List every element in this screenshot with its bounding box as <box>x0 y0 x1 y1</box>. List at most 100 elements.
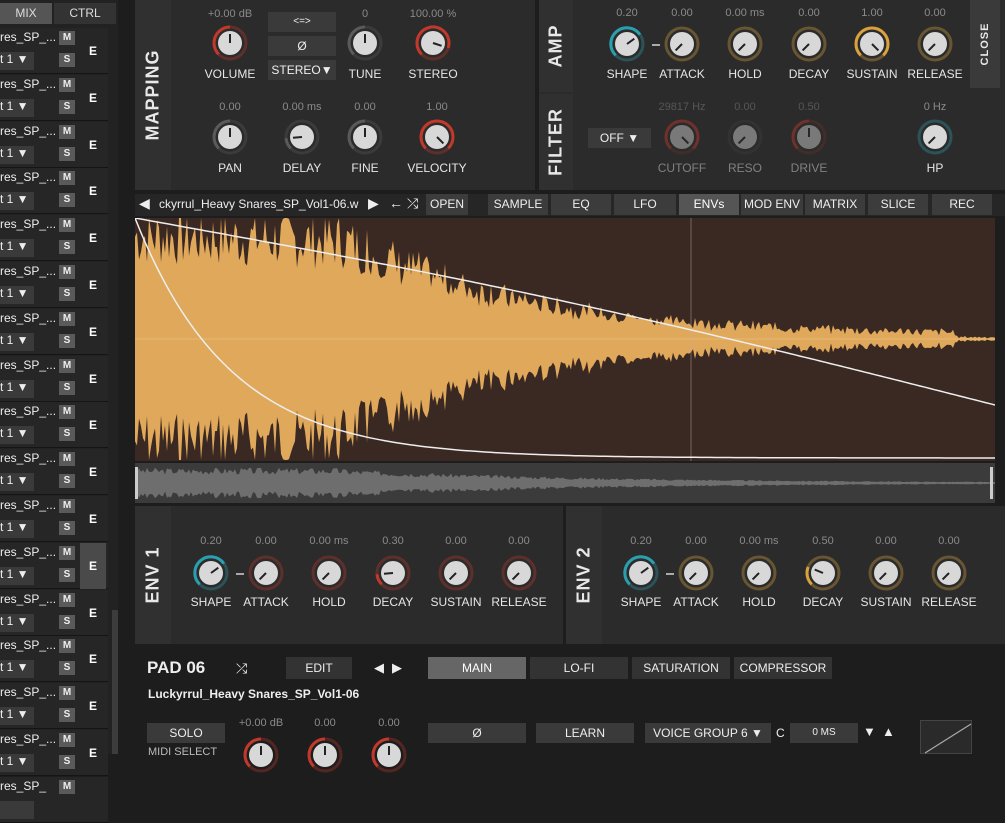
solo-button[interactable]: S <box>59 427 75 442</box>
pad-row[interactable]: res_SP_ M <box>0 776 108 823</box>
edit-pad-button[interactable]: E <box>80 636 106 682</box>
solo-button[interactable]: S <box>59 755 75 769</box>
prev-pad-button[interactable]: ◀ <box>374 660 384 676</box>
mute-button[interactable]: M <box>59 405 75 420</box>
velocity-knob[interactable] <box>418 118 456 156</box>
amp-release-knob[interactable] <box>916 25 954 63</box>
edit-pad-button[interactable]: E <box>80 75 106 121</box>
env2-sustain-knob[interactable] <box>867 554 905 592</box>
sample-tab-lfo[interactable]: LFO <box>614 194 676 215</box>
mute-button[interactable]: M <box>59 499 75 513</box>
pad-row-output-select[interactable]: t 1 ▼ <box>0 520 34 538</box>
solo-button[interactable]: S <box>59 567 75 582</box>
drive-knob[interactable] <box>790 118 828 156</box>
edit-pad-button[interactable]: E <box>80 730 106 776</box>
fine-knob[interactable] <box>346 118 384 156</box>
edit-pad-button[interactable]: E <box>80 309 106 355</box>
pad-row-output-select[interactable]: t 1 ▼ <box>0 707 34 726</box>
pad-knob-3[interactable] <box>370 736 408 774</box>
tune-knob[interactable] <box>346 24 384 62</box>
mute-button[interactable]: M <box>59 779 75 794</box>
pad-row-output-select[interactable]: t 1 ▼ <box>0 192 34 211</box>
reso-knob[interactable] <box>726 118 764 156</box>
solo-button[interactable]: SOLO <box>147 723 225 743</box>
pad-row[interactable]: res_SP_... t 1 ▼ M S E <box>0 262 108 308</box>
mute-button[interactable]: M <box>59 218 75 233</box>
prev-sample-button[interactable]: ◀ <box>139 195 150 212</box>
sample-tab-envs[interactable]: ENVs <box>679 194 739 215</box>
edit-pad-button[interactable]: E <box>80 449 106 495</box>
next-sample-button[interactable]: ▶ <box>368 195 379 212</box>
sample-tab-eq[interactable]: EQ <box>551 194 611 215</box>
filter-mode-select[interactable]: OFF ▼ <box>588 128 651 148</box>
pad-row[interactable]: res_SP_... t 1 ▼ M S E <box>0 636 108 683</box>
pad-row[interactable]: res_SP_... t 1 ▼ M S E <box>0 683 108 730</box>
pad-row[interactable]: res_SP_... t 1 ▼ M S E <box>0 496 108 542</box>
solo-button[interactable]: S <box>59 146 75 161</box>
pad-row-output-select[interactable]: t 1 ▼ <box>0 566 34 585</box>
sample-tab-matrix[interactable]: MATRIX <box>805 194 865 215</box>
open-button[interactable]: OPEN <box>426 194 468 215</box>
cutoff-knob[interactable] <box>663 118 701 156</box>
env2-decay-knob[interactable] <box>804 554 842 592</box>
pad-row-output-select[interactable]: t 1 ▼ <box>0 286 34 304</box>
volume-knob[interactable] <box>211 24 249 62</box>
pad-row[interactable]: res_SP_... t 1 ▼ M S E <box>0 449 108 496</box>
pad-row-output-select[interactable]: t 1 ▼ <box>0 613 34 632</box>
edit-pad-button[interactable]: E <box>80 168 106 214</box>
sample-tab-mod-env[interactable]: MOD ENV <box>741 194 803 215</box>
solo-button[interactable]: S <box>59 614 75 629</box>
solo-button[interactable]: S <box>59 708 75 723</box>
pad-row-output-select[interactable]: t 1 ▼ <box>0 98 34 117</box>
delay-knob[interactable] <box>283 118 321 156</box>
edit-pad-button[interactable]: E <box>80 122 106 168</box>
pad-row[interactable]: res_SP_... t 1 ▼ M S E <box>0 589 108 636</box>
edit-pad-button[interactable]: E <box>80 496 106 542</box>
solo-button[interactable]: S <box>59 53 75 67</box>
env2-release-knob[interactable] <box>930 554 968 592</box>
edit-pad-button[interactable]: E <box>80 215 106 261</box>
sample-tab-sample[interactable]: SAMPLE <box>488 194 548 215</box>
pad-row-output-select[interactable]: t 1 ▼ <box>0 332 34 351</box>
solo-button[interactable]: S <box>59 240 75 255</box>
env1-release-knob[interactable] <box>500 554 538 592</box>
mute-button[interactable]: M <box>59 358 75 373</box>
mute-button[interactable]: M <box>59 639 75 654</box>
mute-button[interactable]: M <box>59 265 75 279</box>
mute-button[interactable]: M <box>59 124 75 139</box>
pad-tab-compressor[interactable]: COMPRESSOR <box>734 657 832 679</box>
pad-row-output-select[interactable]: t 1 ▼ <box>0 660 34 679</box>
edit-pad-button[interactable]: E <box>80 683 106 729</box>
mute-button[interactable]: M <box>59 545 75 560</box>
env2-hold-knob[interactable] <box>740 554 778 592</box>
random-sample-icon[interactable]: ⤮ <box>407 195 418 212</box>
link-button[interactable]: <=> <box>268 12 336 32</box>
pad-row[interactable]: res_SP_... t 1 ▼ M S E <box>0 542 108 589</box>
pad-volume-knob[interactable] <box>242 736 280 774</box>
sample-tab-slice[interactable]: SLICE <box>868 194 928 215</box>
edit-pad-button[interactable]: E <box>80 262 106 308</box>
curve-display[interactable] <box>920 720 972 754</box>
pad-row[interactable]: res_SP_... t 1 ▼ M S E <box>0 355 108 402</box>
edit-pad-button[interactable]: E <box>80 28 106 74</box>
pad-row-output-select[interactable]: t 1 ▼ <box>0 379 34 398</box>
pad-row[interactable]: res_SP_... t 1 ▼ M S E <box>0 402 108 449</box>
mute-button[interactable]: M <box>59 686 75 701</box>
pad-row[interactable]: res_SP_... t 1 ▼ M S E <box>0 74 108 121</box>
pad-row-output-select[interactable]: t 1 ▼ <box>0 239 34 258</box>
ms-down-button[interactable]: ▼ <box>863 724 876 739</box>
pad-tab-main[interactable]: MAIN <box>428 657 526 679</box>
pad-row-output-select[interactable]: t 1 ▼ <box>0 754 34 772</box>
undo-icon[interactable]: ← <box>389 195 403 211</box>
mute-button[interactable]: M <box>59 733 75 747</box>
mute-button[interactable]: M <box>59 171 75 186</box>
pad-row[interactable]: res_SP_... t 1 ▼ M S E <box>0 28 108 74</box>
solo-button[interactable]: S <box>59 521 75 535</box>
solo-button[interactable]: S <box>59 380 75 395</box>
pad-row-output-select[interactable]: t 1 ▼ <box>0 145 34 164</box>
sample-tab-rec[interactable]: REC <box>932 194 992 215</box>
pad-row[interactable]: res_SP_... t 1 ▼ M S E <box>0 121 108 168</box>
pad-knob-2[interactable] <box>306 736 344 774</box>
pad-row[interactable]: res_SP_... t 1 ▼ M S E <box>0 730 108 776</box>
waveform-overview[interactable] <box>135 463 995 503</box>
